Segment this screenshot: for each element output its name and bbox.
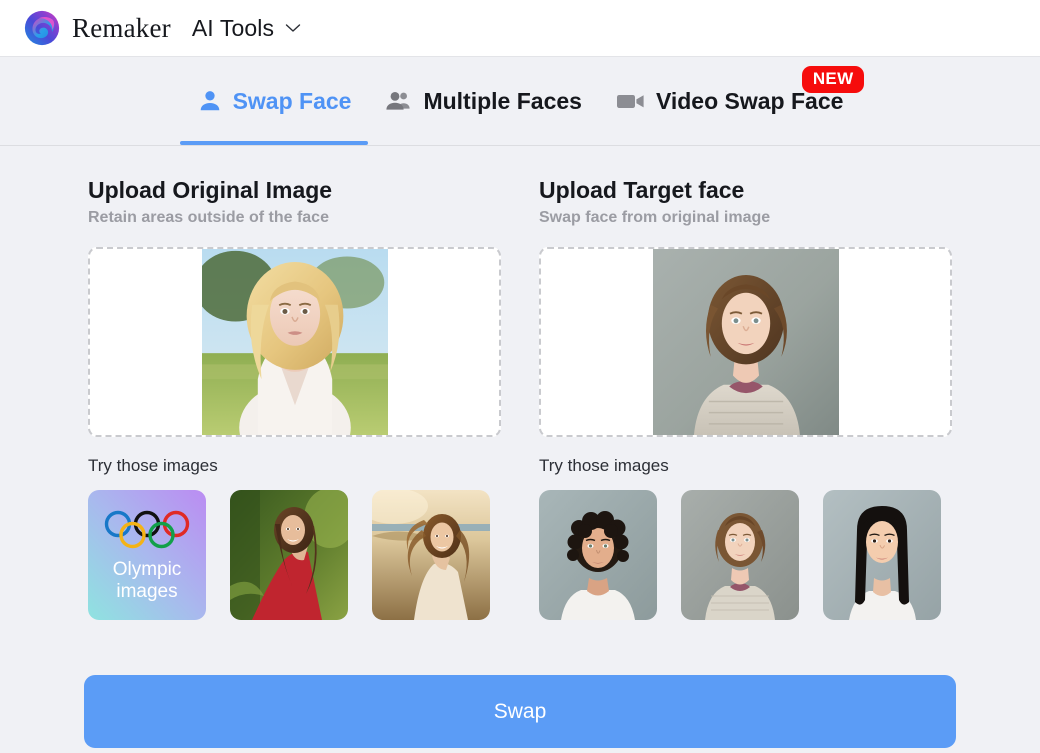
curly-haired-man-thumb[interactable] <box>539 489 657 620</box>
panel-title: Upload Target face <box>539 177 745 203</box>
tab-label: Video Swap Face <box>655 87 844 114</box>
original-image-dropzone[interactable] <box>88 246 501 437</box>
young-woman-sweater-thumb[interactable] <box>681 489 799 620</box>
brand-name: Remaker <box>72 12 171 43</box>
tab-label: Swap Face <box>232 87 352 114</box>
woman-red-top-garden-thumb[interactable] <box>230 489 348 620</box>
olympic-images-tile[interactable]: Olympic images <box>88 489 206 620</box>
panel-title: Upload Original Image <box>88 177 333 203</box>
app-header: Remaker AI Tools <box>0 0 1040 57</box>
tab-multiple-faces[interactable]: Multiple Faces <box>368 57 598 145</box>
swap-button[interactable]: Swap <box>84 675 956 748</box>
active-tab-underline <box>179 141 369 145</box>
original-image-panel: Upload Original Image Retain areas outsi… <box>88 177 501 620</box>
main-content: Upload Original Image Retain areas outsi… <box>0 146 1040 620</box>
remaker-swirl-logo-icon[interactable] <box>22 8 62 48</box>
single-person-icon <box>197 88 223 114</box>
try-images-label: Try those images <box>539 455 669 475</box>
original-thumbnails: Olympic images <box>88 489 501 620</box>
new-badge: NEW <box>801 66 865 93</box>
panel-subtitle: Retain areas outside of the face <box>88 209 329 227</box>
tabs-container: Swap Face Multiple Faces Video Swap Face… <box>179 57 865 145</box>
tab-label: Multiple Faces <box>423 87 582 114</box>
multiple-people-icon <box>385 88 413 114</box>
olympic-rings-graphic: Olympic images <box>88 489 206 620</box>
try-images-label: Try those images <box>88 455 218 475</box>
tab-video-swap-face[interactable]: Video Swap Face NEW <box>599 57 865 145</box>
upload-columns: Upload Original Image Retain areas outsi… <box>88 177 952 620</box>
ai-tools-menu-button[interactable]: AI Tools <box>192 15 301 42</box>
target-thumbnails <box>539 489 952 620</box>
olympic-label-line1: Olympic <box>113 559 182 580</box>
olympic-label-line2: images <box>116 581 177 602</box>
video-camera-icon <box>616 90 646 112</box>
target-face-dropzone[interactable] <box>539 246 952 437</box>
original-image-preview <box>201 248 388 435</box>
chevron-down-icon <box>285 23 301 33</box>
tab-bar: Swap Face Multiple Faces Video Swap Face… <box>0 57 1040 146</box>
target-face-preview <box>652 248 839 435</box>
woman-windswept-hair-beach-thumb[interactable] <box>372 489 490 620</box>
tab-swap-face[interactable]: Swap Face <box>179 57 369 145</box>
target-face-panel: Upload Target face Swap face from origin… <box>539 177 952 620</box>
ai-tools-label: AI Tools <box>191 14 275 41</box>
asian-woman-thumb[interactable] <box>823 489 941 620</box>
panel-subtitle: Swap face from original image <box>539 209 771 227</box>
